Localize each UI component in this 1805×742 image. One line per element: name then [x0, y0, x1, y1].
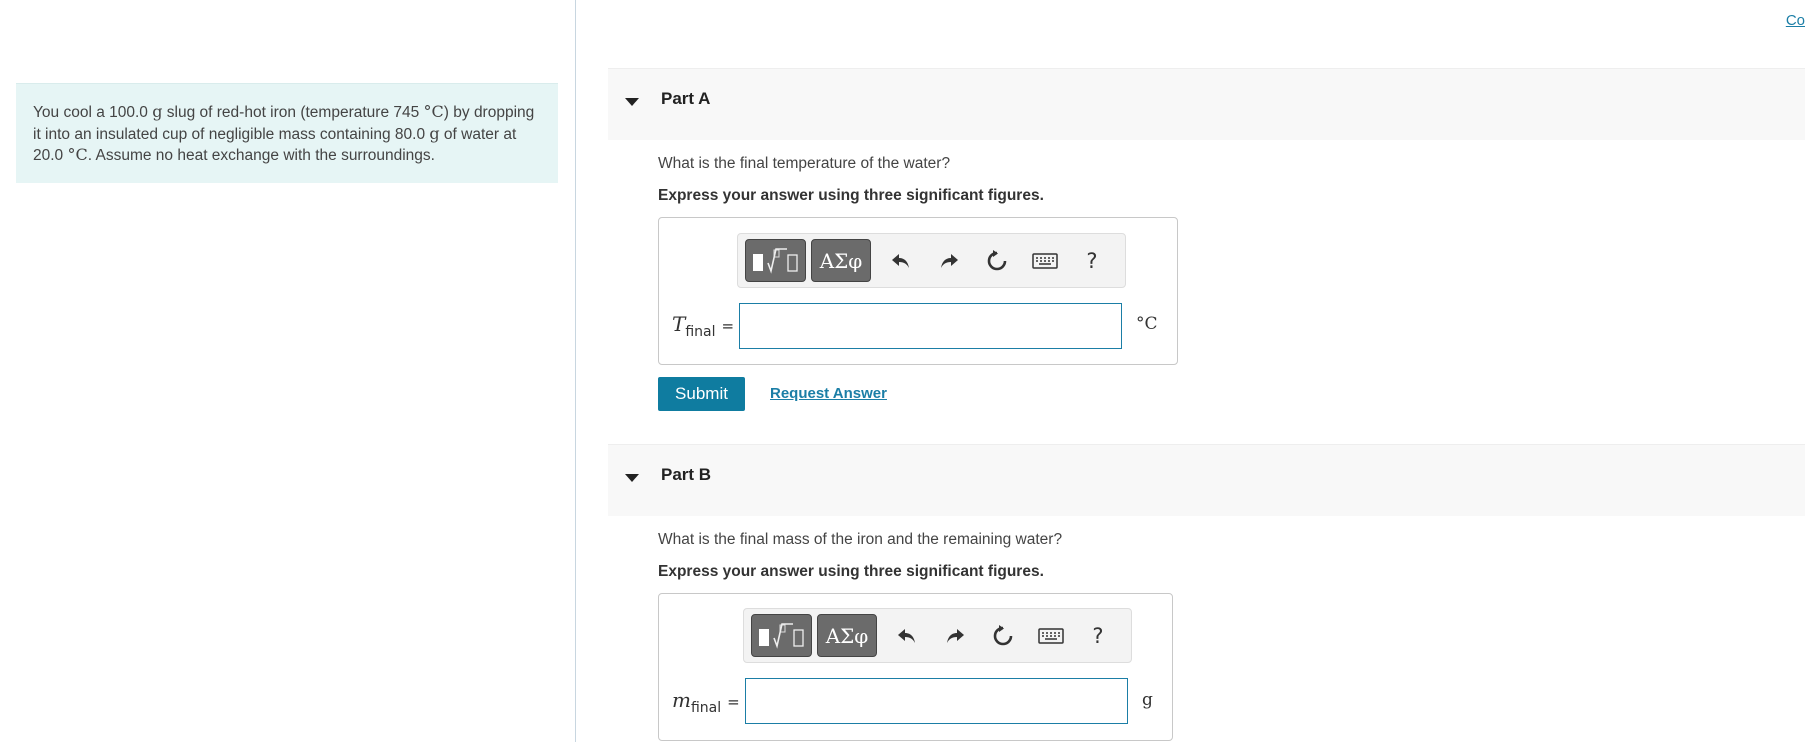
- part-b-question: What is the final mass of the iron and t…: [658, 531, 1063, 548]
- part-a-header[interactable]: Part A: [608, 68, 1805, 140]
- keyboard-icon[interactable]: [1031, 247, 1059, 275]
- reset-icon[interactable]: [989, 622, 1017, 650]
- help-icon[interactable]: ?: [1078, 247, 1106, 275]
- part-a-math-toolbar: ΑΣφ ?: [737, 233, 1126, 288]
- part-b-answer-input[interactable]: [745, 678, 1128, 724]
- part-b-title: Part B: [661, 465, 712, 484]
- greek-symbols-button[interactable]: ΑΣφ: [811, 239, 871, 282]
- redo-icon[interactable]: [935, 247, 963, 275]
- part-a-question: What is the final temperature of the wat…: [658, 155, 951, 172]
- part-b-header[interactable]: Part B: [608, 444, 1805, 516]
- part-a-answer-box: ΑΣφ ? Tfinal = °C: [658, 217, 1178, 365]
- greek-symbols-button[interactable]: ΑΣφ: [817, 614, 877, 657]
- part-a-variable-label: Tfinal =: [672, 312, 735, 340]
- part-a-title: Part A: [661, 89, 711, 108]
- collapse-caret-icon[interactable]: [625, 474, 639, 482]
- part-b-math-toolbar: ΑΣφ ?: [743, 608, 1132, 663]
- redo-icon[interactable]: [941, 622, 969, 650]
- problem-statement: You cool a 100.0 g slug of red-hot iron …: [16, 83, 558, 183]
- part-b-unit: g: [1142, 690, 1153, 710]
- collapse-caret-icon[interactable]: [625, 98, 639, 106]
- part-b-variable-label: mfinal =: [672, 688, 740, 716]
- templates-button[interactable]: [751, 614, 812, 657]
- reset-icon[interactable]: [983, 247, 1011, 275]
- keyboard-icon[interactable]: [1037, 622, 1065, 650]
- help-icon[interactable]: ?: [1084, 622, 1112, 650]
- templates-button[interactable]: [745, 239, 806, 282]
- templates-icon: [752, 247, 798, 274]
- undo-icon[interactable]: [893, 622, 921, 650]
- part-a-answer-input[interactable]: [739, 303, 1122, 349]
- request-answer-link[interactable]: Request Answer: [770, 385, 887, 402]
- undo-icon[interactable]: [887, 247, 915, 275]
- submit-button[interactable]: Submit: [658, 377, 745, 411]
- problem-pane: You cool a 100.0 g slug of red-hot iron …: [0, 0, 576, 742]
- part-a-instruction: Express your answer using three signific…: [658, 187, 1044, 204]
- part-b-instruction: Express your answer using three signific…: [658, 563, 1044, 580]
- parts-pane: Part A What is the final temperature of …: [608, 0, 1805, 742]
- templates-icon: [758, 622, 804, 649]
- part-a-unit: °C: [1136, 314, 1158, 334]
- part-b-answer-box: ΑΣφ ? mfinal = g: [658, 593, 1173, 741]
